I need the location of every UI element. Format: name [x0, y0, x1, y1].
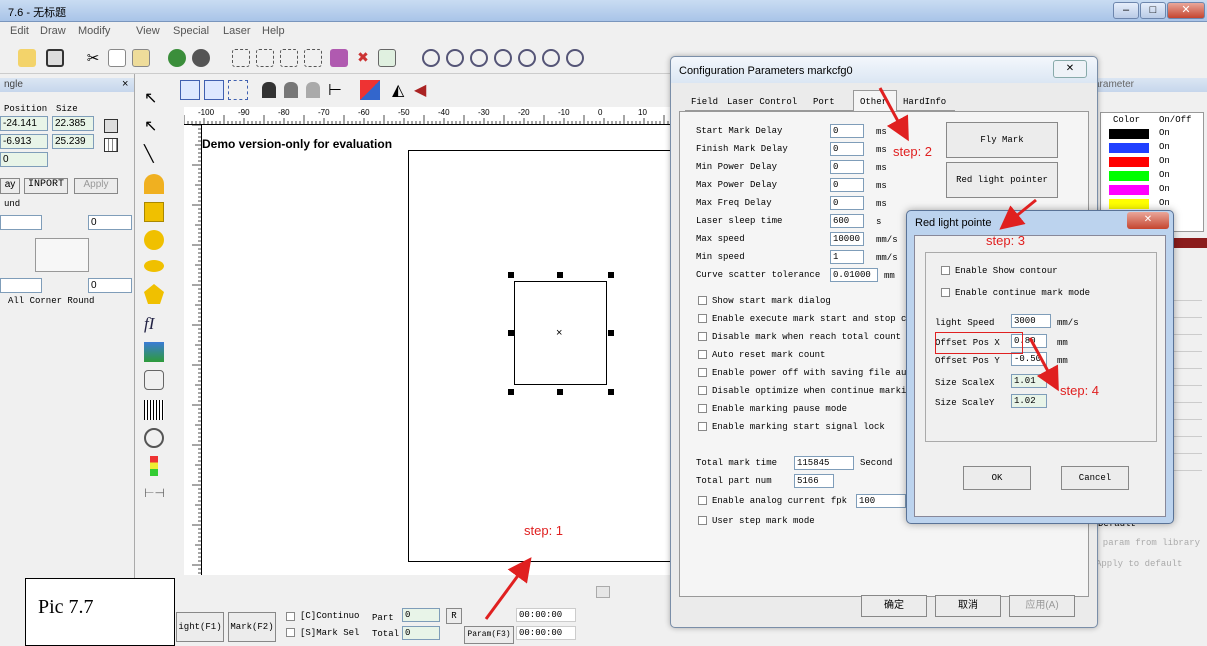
step-3-arrow	[999, 198, 1037, 230]
step-1-arrow	[484, 557, 532, 620]
step-4-arrow	[1028, 337, 1059, 392]
step-2-arrow	[878, 87, 909, 142]
step-arrows	[484, 87, 1059, 620]
